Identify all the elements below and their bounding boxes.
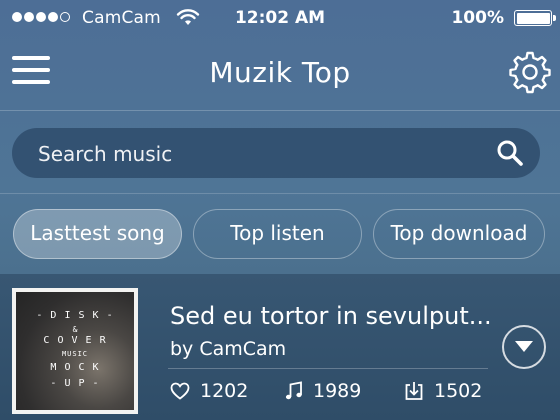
album-text-line: - D I S K -	[36, 310, 114, 321]
downloads-stat: 1502	[404, 380, 482, 402]
album-text-line: MUSIC	[61, 350, 89, 358]
tab-bar: Lasttest song Top listen Top download	[0, 194, 560, 274]
expand-button[interactable]	[502, 325, 546, 369]
likes-count: 1202	[200, 380, 249, 402]
search-input[interactable]	[36, 128, 480, 180]
search-area	[0, 111, 560, 194]
download-icon	[405, 382, 423, 400]
search-bar[interactable]	[12, 128, 540, 180]
album-text-line: &	[72, 325, 78, 334]
album-cover: - D I S K - & C O V E R MUSIC M O C K - …	[12, 288, 138, 414]
battery-tip	[553, 15, 556, 21]
song-title[interactable]: Sed eu tortor in sevulput...	[170, 302, 492, 330]
page-title: Muzik Top	[209, 56, 351, 89]
likes-stat: 1202	[170, 380, 248, 402]
plays-count: 1989	[313, 380, 362, 402]
search-icon[interactable]	[496, 139, 524, 167]
navigation-bar: Muzik Top	[0, 36, 560, 111]
tab-top-download[interactable]: Top download	[373, 209, 545, 259]
battery-fill	[516, 12, 550, 24]
divider	[168, 368, 488, 369]
album-text-line: C O V E R	[43, 335, 107, 346]
tab-lasttest-song[interactable]: Lasttest song	[13, 209, 182, 259]
album-text-line: - U P -	[50, 378, 100, 389]
battery-icon	[514, 10, 556, 26]
album-text-line: M O C K	[50, 362, 100, 373]
tab-top-listen[interactable]: Top listen	[193, 209, 362, 259]
status-bar: CamCam 12:02 AM 100%	[0, 0, 560, 36]
music-note-icon	[285, 381, 302, 400]
album-cover-image: - D I S K - & C O V E R MUSIC M O C K - …	[16, 292, 134, 410]
heart-icon	[170, 382, 190, 400]
gear-icon[interactable]	[508, 50, 552, 94]
downloads-count: 1502	[434, 380, 483, 402]
song-artist: by CamCam	[170, 338, 287, 360]
plays-stat: 1989	[285, 380, 361, 402]
battery-percentage: 100%	[451, 8, 504, 28]
chevron-down-icon	[515, 341, 533, 352]
